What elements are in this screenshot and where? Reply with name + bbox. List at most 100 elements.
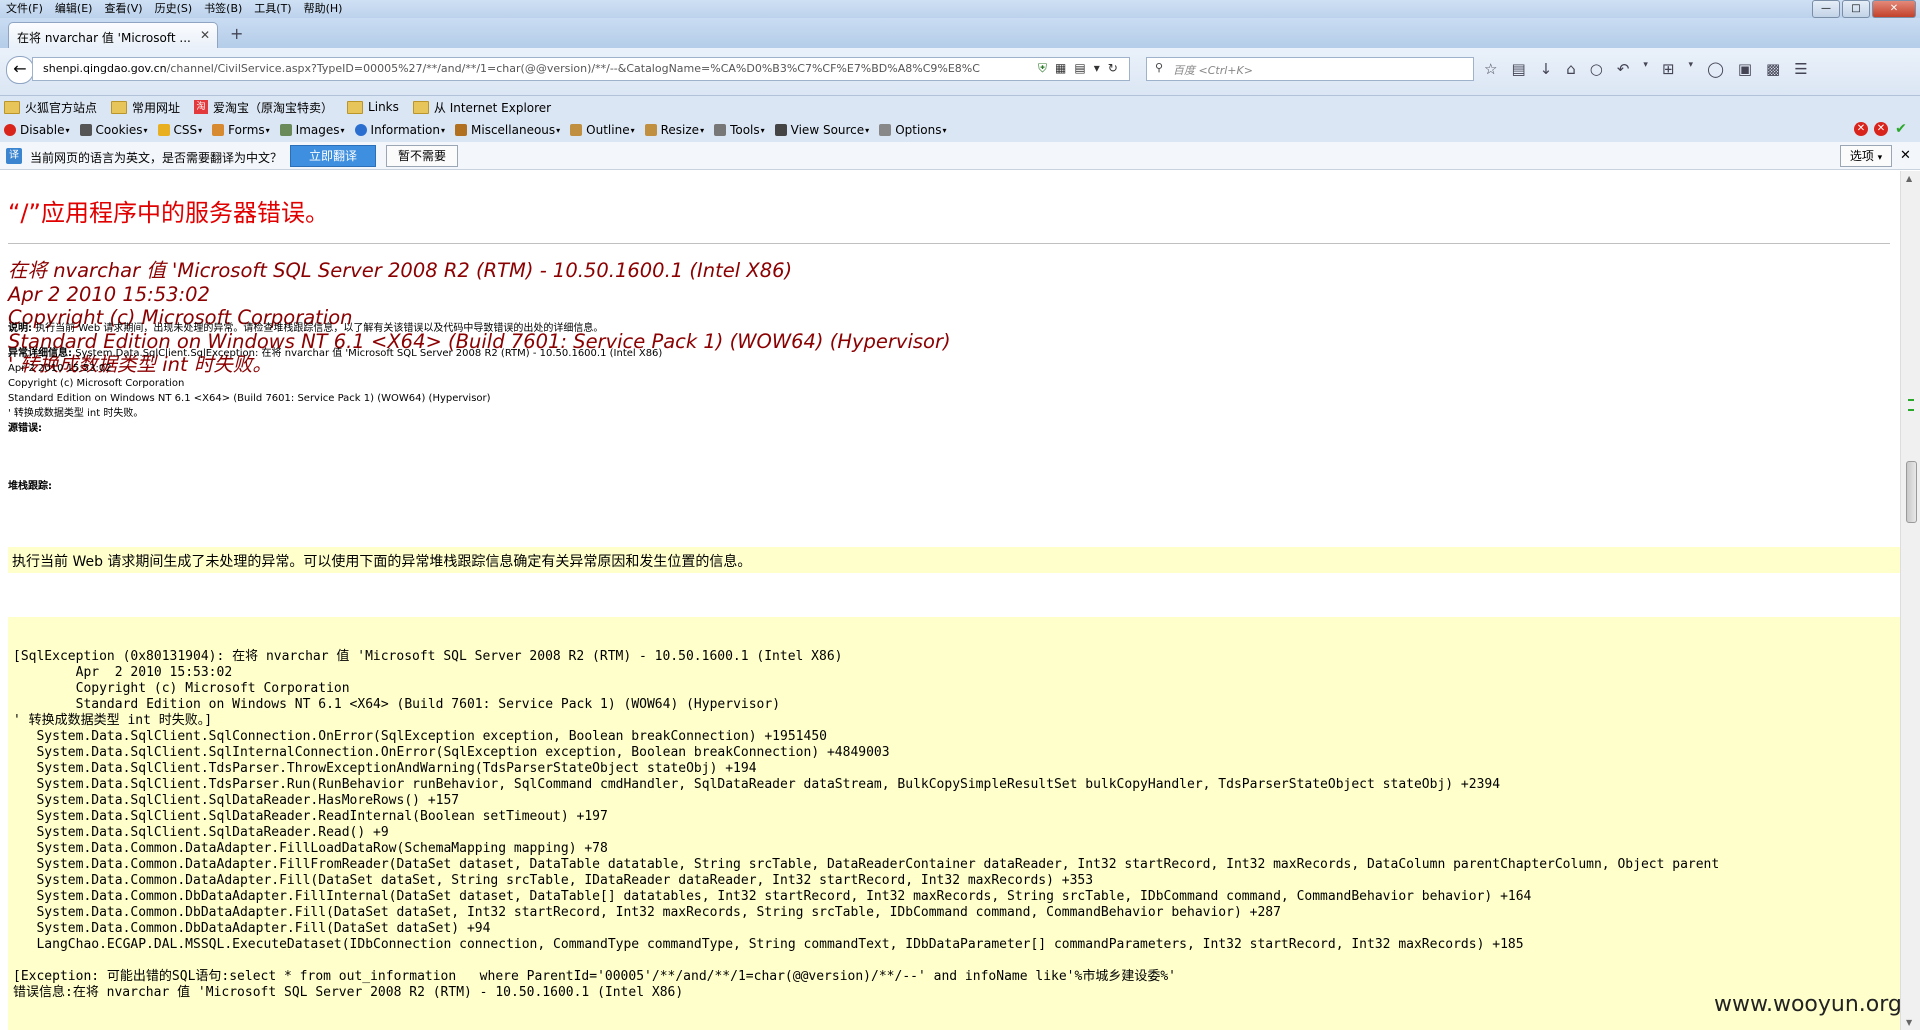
bookmark-item[interactable]: 淘 爱淘宝（原淘宝特卖） <box>194 99 333 116</box>
info-icon <box>354 124 367 136</box>
translate-icon: 译 <box>6 148 22 164</box>
speech-bubble-icon[interactable]: ◯ <box>1707 60 1724 78</box>
menu-history[interactable]: 历史(S) <box>149 0 199 18</box>
exception-details: 异常详细信息: System.Data.SqlClient.SqlExcepti… <box>8 346 662 421</box>
chevron-down-icon: ▾ <box>441 125 446 135</box>
new-tab-icon[interactable]: + <box>230 24 243 43</box>
translate-now-button[interactable]: 立即翻译 <box>290 145 376 167</box>
error-icon[interactable]: ✕ <box>1874 122 1888 136</box>
dev-resize[interactable]: Resize ▾ <box>644 123 704 137</box>
dev-miscellaneous[interactable]: Miscellaneous ▾ <box>455 123 560 137</box>
scroll-marker <box>1908 409 1914 411</box>
close-icon[interactable]: ✕ <box>1900 148 1911 163</box>
bookmarks-bar: 火狐官方站点 常用网址 淘 爱淘宝（原淘宝特卖） Links 从 Interne… <box>0 96 1920 118</box>
chevron-down-icon: ▾ <box>65 125 70 135</box>
chat-icon[interactable]: ○ <box>1590 60 1603 78</box>
cookie-icon <box>79 124 92 136</box>
undo-icon[interactable]: ↶ <box>1617 60 1630 78</box>
close-window-button[interactable]: ✕ <box>1872 0 1916 18</box>
qr-code-icon[interactable]: ▦ <box>1055 61 1066 76</box>
back-button[interactable]: ← <box>6 56 34 84</box>
bookmark-label: 爱淘宝（原淘宝特卖） <box>213 100 334 115</box>
shield-icon[interactable]: ⛨ <box>1038 61 1047 76</box>
undo-dropdown-icon[interactable]: ▾ <box>1643 60 1648 78</box>
css-pencil-icon <box>157 124 170 136</box>
image-icon[interactable]: ▣ <box>1738 60 1752 78</box>
dev-disable[interactable]: Disable ▾ <box>4 123 70 137</box>
download-icon[interactable]: ↓ <box>1540 60 1553 78</box>
scrollbar-thumb[interactable] <box>1906 461 1917 523</box>
address-bar[interactable]: shenpi.qingdao.gov.cn/channel/CivilServi… <box>32 57 1130 81</box>
reload-icon[interactable]: ↻ <box>1108 61 1118 76</box>
dev-information[interactable]: Information ▾ <box>354 123 446 137</box>
menu-view[interactable]: 查看(V) <box>98 0 148 18</box>
dev-view-source[interactable]: View Source ▾ <box>774 123 870 137</box>
web-developer-toolbar: Disable ▾ Cookies ▾ CSS ▾ Forms ▾ Images ▾ In… <box>0 118 1920 142</box>
chevron-down-icon: ▾ <box>340 125 345 135</box>
bookmark-item[interactable]: Links <box>347 100 399 114</box>
menu-help[interactable]: 帮助(H) <box>298 0 349 18</box>
forms-icon <box>212 124 225 136</box>
toolbar-icons: ☆ ▤ ↓ ⌂ ○ ↶ ▾ ⊞ ▾ ◯ ▣ ▩ ☰ <box>1484 60 1808 78</box>
folder-icon <box>111 100 128 114</box>
bookmark-label: 火狐官方站点 <box>25 100 98 115</box>
menu-bookmarks[interactable]: 书签(B) <box>198 0 248 18</box>
url-path: /channel/CivilService.aspx?TypeID=00005%… <box>166 62 980 75</box>
reader-icon[interactable]: ▤ <box>1074 61 1085 76</box>
bookmark-item[interactable]: 火狐官方站点 <box>4 99 97 116</box>
bookmark-label: 常用网址 <box>132 100 181 115</box>
maximize-button[interactable]: □ <box>1842 0 1870 18</box>
scroll-up-icon[interactable]: ▲ <box>1906 174 1912 183</box>
tab-active[interactable]: 在将 nvarchar 值 'Microsoft ... ✕ <box>8 22 218 48</box>
stack-trace-heading: 堆栈跟踪: <box>8 481 52 492</box>
url-host: shenpi.qingdao.gov.cn <box>43 62 167 75</box>
search-input[interactable]: ⚲ 百度 <Ctrl+K> <box>1146 57 1474 81</box>
dropdown-icon[interactable]: ▾ <box>1094 61 1100 76</box>
dev-options[interactable]: Options ▾ <box>879 123 947 137</box>
menu-file[interactable]: 文件(F) <box>0 0 49 18</box>
error-icon[interactable]: ✕ <box>1854 122 1868 136</box>
chevron-down-icon: ▾ <box>760 125 765 135</box>
crop-dropdown-icon[interactable]: ▾ <box>1689 60 1694 78</box>
translate-options-button[interactable]: 选项 ▾ <box>1840 145 1892 167</box>
search-icon: ⚲ <box>1155 61 1164 74</box>
dev-cookies[interactable]: Cookies ▾ <box>79 123 148 137</box>
error-heading-line: 在将 nvarchar 值 'Microsoft SQL Server 2008… <box>8 259 793 282</box>
star-icon[interactable]: ☆ <box>1484 60 1497 78</box>
navigation-bar: ← shenpi.qingdao.gov.cn/channel/CivilSer… <box>0 48 1920 96</box>
dev-forms[interactable]: Forms ▾ <box>212 123 270 137</box>
menu-bar: 文件(F) 编辑(E) 查看(V) 历史(S) 书签(B) 工具(T) 帮助(H… <box>0 0 1920 18</box>
menu-tools[interactable]: 工具(T) <box>248 0 297 18</box>
bookmark-item[interactable]: 从 Internet Explorer <box>412 99 551 116</box>
chevron-down-icon: ▾ <box>865 125 870 135</box>
checkmark-icon[interactable]: ✔ <box>1894 122 1908 136</box>
bookmark-label: Links <box>368 100 399 114</box>
bookmark-item[interactable]: 常用网址 <box>111 99 180 116</box>
dev-tools[interactable]: Tools ▾ <box>714 123 765 137</box>
bookmark-list-icon[interactable]: ▤ <box>1511 60 1525 78</box>
minimize-button[interactable]: — <box>1812 0 1840 18</box>
vertical-scrollbar[interactable]: ▲ ▼ <box>1900 171 1920 1030</box>
tools-icon <box>714 124 727 136</box>
page-content: “/”应用程序中的服务器错误。 在将 nvarchar 值 'Microsoft… <box>0 171 1900 1030</box>
options-icon <box>879 124 892 136</box>
tab-bar: 在将 nvarchar 值 'Microsoft ... ✕ + <box>0 18 1920 48</box>
menu-edit[interactable]: 编辑(E) <box>49 0 99 18</box>
exception-label: 异常详细信息: <box>8 348 72 359</box>
crop-icon[interactable]: ⊞ <box>1662 60 1675 78</box>
dev-label: Resize <box>660 123 700 137</box>
scroll-down-icon[interactable]: ▼ <box>1906 1018 1912 1027</box>
dev-images[interactable]: Images ▾ <box>279 123 345 137</box>
dev-css[interactable]: CSS ▾ <box>157 123 202 137</box>
dev-label: CSS <box>173 123 198 137</box>
description-text: 执行当前 Web 请求期间，出现未处理的异常。请检查堆栈跟踪信息，以了解有关该错… <box>35 323 604 334</box>
home-icon[interactable]: ⌂ <box>1566 60 1576 78</box>
chevron-down-icon: ▾ <box>265 125 270 135</box>
not-now-button[interactable]: 暂不需要 <box>386 145 458 167</box>
dev-outline[interactable]: Outline ▾ <box>570 123 635 137</box>
source-error-box: 执行当前 Web 请求期间生成了未处理的异常。可以使用下面的异常堆栈跟踪信息确定… <box>8 547 1900 573</box>
grid-icon[interactable]: ▩ <box>1766 60 1780 78</box>
hamburger-menu-icon[interactable]: ☰ <box>1794 60 1807 78</box>
close-tab-icon[interactable]: ✕ <box>200 28 210 42</box>
folder-icon <box>4 100 20 114</box>
